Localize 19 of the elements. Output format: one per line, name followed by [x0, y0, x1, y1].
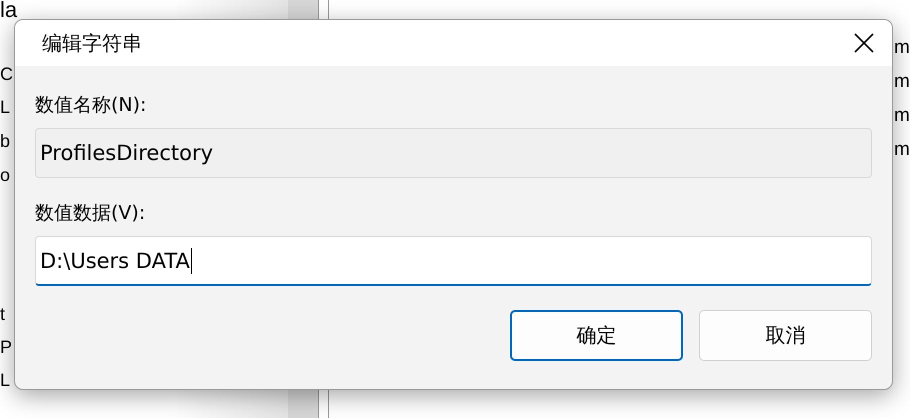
field-label: 数值数据(V):	[35, 201, 146, 226]
ok-button[interactable]: 确定	[510, 310, 683, 361]
value-text: m	[894, 104, 910, 128]
tree-item[interactable]: b	[0, 129, 10, 153]
tree-item[interactable]: L	[0, 95, 10, 119]
tree-item[interactable]: P	[0, 335, 12, 359]
tree-item[interactable]: C	[0, 62, 13, 86]
value-text: m	[894, 36, 910, 60]
tree-item[interactable]: la	[0, 0, 18, 22]
value-name-field[interactable]: ProfilesDirectory	[35, 128, 872, 178]
value-text: m	[894, 70, 910, 94]
tree-item[interactable]: L	[0, 368, 10, 392]
cancel-button[interactable]: 取消	[699, 310, 872, 361]
dialog-title: 编辑字符串	[42, 30, 142, 56]
tree-item[interactable]: o	[0, 163, 10, 187]
tree-item[interactable]: t	[0, 302, 6, 326]
value-text: m	[894, 138, 910, 162]
field-label: 数值名称(N):	[35, 93, 148, 118]
value-data-field[interactable]: D:\Users DATA	[35, 236, 872, 286]
